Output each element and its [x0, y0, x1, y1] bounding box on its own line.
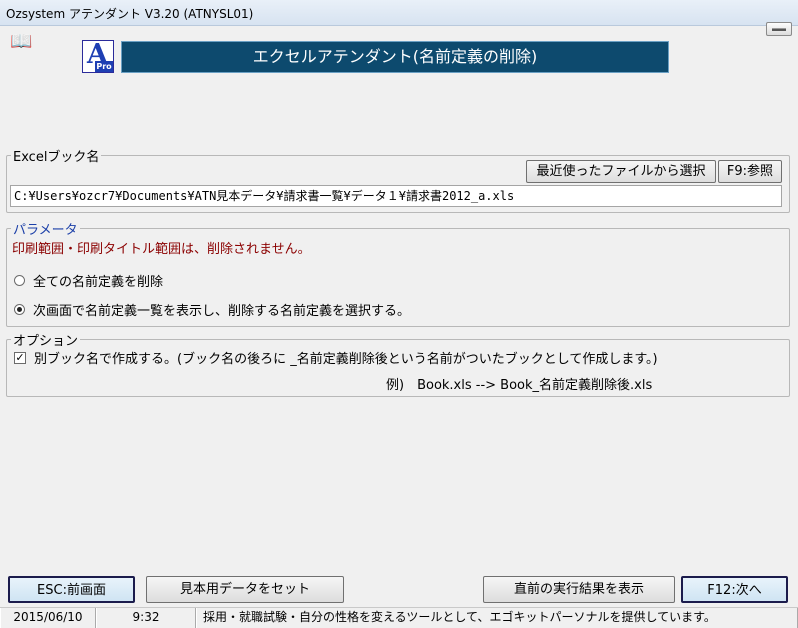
excel-book-legend: Excelブック名	[13, 150, 100, 165]
esc-back-button[interactable]: ESC:前画面	[8, 576, 135, 603]
separate-book-checkbox-row[interactable]: ✓ 別ブック名で作成する。(ブック名の後ろに _名前定義削除後という名前がついた…	[14, 348, 658, 367]
browse-button[interactable]: F9:参照	[718, 160, 782, 183]
f12-next-button[interactable]: F12:次へ	[681, 576, 788, 603]
radio-button-selected[interactable]	[14, 304, 25, 315]
radio-delete-all[interactable]: 全ての名前定義を削除	[14, 271, 163, 290]
minimize-button[interactable]	[766, 22, 792, 36]
status-bar: 2015/06/10 9:32 採用・就職試験・自分の性格を変えるツールとして、…	[0, 607, 798, 628]
parameters-note: 印刷範囲・印刷タイトル範囲は、削除されません。	[12, 242, 311, 257]
excel-path-field[interactable]: C:¥Users¥ozcr7¥Documents¥ATN見本データ¥請求書一覧¥…	[10, 185, 782, 207]
radio-select-names-label: 次画面で名前定義一覧を表示し、削除する名前定義を選択する。	[33, 304, 411, 319]
status-message: 採用・就職試験・自分の性格を変えるツールとして、エゴキットパーソナルを提供してい…	[196, 608, 798, 628]
status-date: 2015/06/10	[0, 608, 96, 628]
separate-book-checkbox[interactable]: ✓	[14, 351, 26, 364]
parameters-legend: パラメータ	[13, 223, 78, 238]
example-text: 例) Book.xls --> Book_名前定義削除後.xls	[386, 378, 653, 393]
recent-files-button[interactable]: 最近使ったファイルから選択	[526, 160, 716, 183]
status-time: 9:32	[96, 608, 196, 628]
window-title: Ozsystem アテンダント V3.20 (ATNYSL01)	[6, 7, 254, 21]
title-bar: Ozsystem アテンダント V3.20 (ATNYSL01)	[0, 0, 798, 26]
options-legend: オプション	[13, 334, 79, 349]
book-icon[interactable]: 📖	[10, 31, 32, 52]
radio-select-names[interactable]: 次画面で名前定義一覧を表示し、削除する名前定義を選択する。	[14, 300, 410, 319]
separate-book-label: 別ブック名で作成する。(ブック名の後ろに _名前定義削除後という名前がついたブッ…	[34, 352, 658, 367]
logo-badge: Pro	[95, 61, 113, 72]
app-logo: A Pro	[82, 39, 114, 73]
radio-delete-all-label: 全ての名前定義を削除	[33, 275, 164, 290]
page-title: エクセルアテンダント(名前定義の削除)	[121, 41, 669, 73]
set-sample-data-button[interactable]: 見本用データをセット	[146, 576, 344, 603]
radio-button[interactable]	[14, 275, 25, 286]
show-previous-result-button[interactable]: 直前の実行結果を表示	[483, 576, 675, 603]
